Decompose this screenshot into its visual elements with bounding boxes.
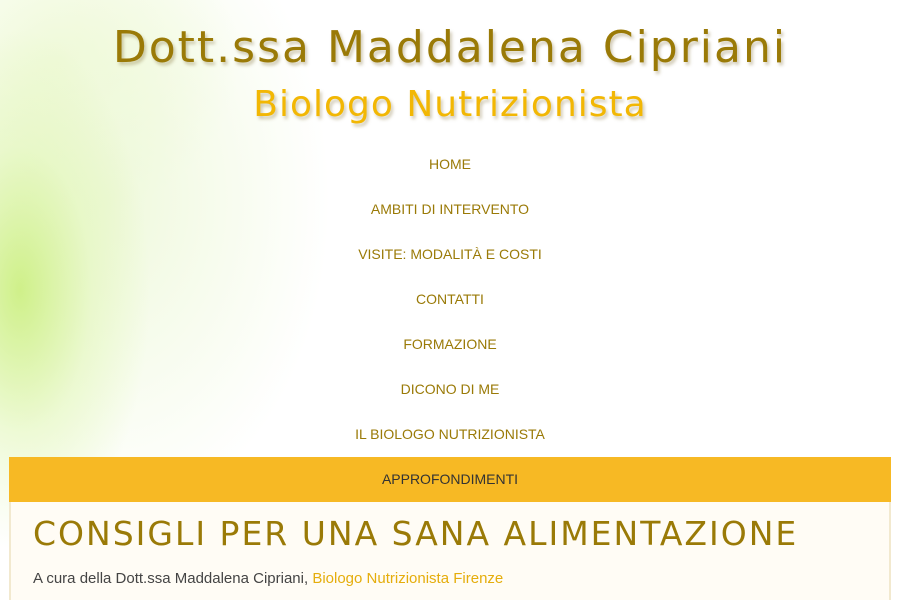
site-title[interactable]: Dott.ssa Maddalena Cipriani <box>0 22 900 73</box>
nav-item-home[interactable]: HOME <box>9 142 891 187</box>
byline-text: A cura della Dott.ssa Maddalena Cipriani… <box>33 570 313 587</box>
nav-item-il-biologo-nutrizionista[interactable]: IL BIOLOGO NUTRIZIONISTA <box>9 412 891 457</box>
article-content: CONSIGLI PER UNA SANA ALIMENTAZIONE A cu… <box>9 502 891 600</box>
article-byline: A cura della Dott.ssa Maddalena Cipriani… <box>33 570 503 587</box>
main-navigation: HOME AMBITI DI INTERVENTO VISITE: MODALI… <box>9 142 891 502</box>
nav-item-dicono-di-me[interactable]: DICONO DI ME <box>9 367 891 412</box>
nav-item-formazione[interactable]: FORMAZIONE <box>9 322 891 367</box>
nav-item-visite-modalita-e-costi[interactable]: VISITE: MODALITÀ E COSTI <box>9 232 891 277</box>
nav-item-ambiti-di-intervento[interactable]: AMBITI DI INTERVENTO <box>9 187 891 232</box>
byline-link[interactable]: Biologo Nutrizionista Firenze <box>312 570 503 587</box>
nav-item-approfondimenti[interactable]: APPROFONDIMENTI <box>9 457 891 502</box>
site-subtitle: Biologo Nutrizionista <box>253 84 647 125</box>
nav-item-contatti[interactable]: CONTATTI <box>9 277 891 322</box>
article-title: CONSIGLI PER UNA SANA ALIMENTAZIONE <box>33 514 799 553</box>
